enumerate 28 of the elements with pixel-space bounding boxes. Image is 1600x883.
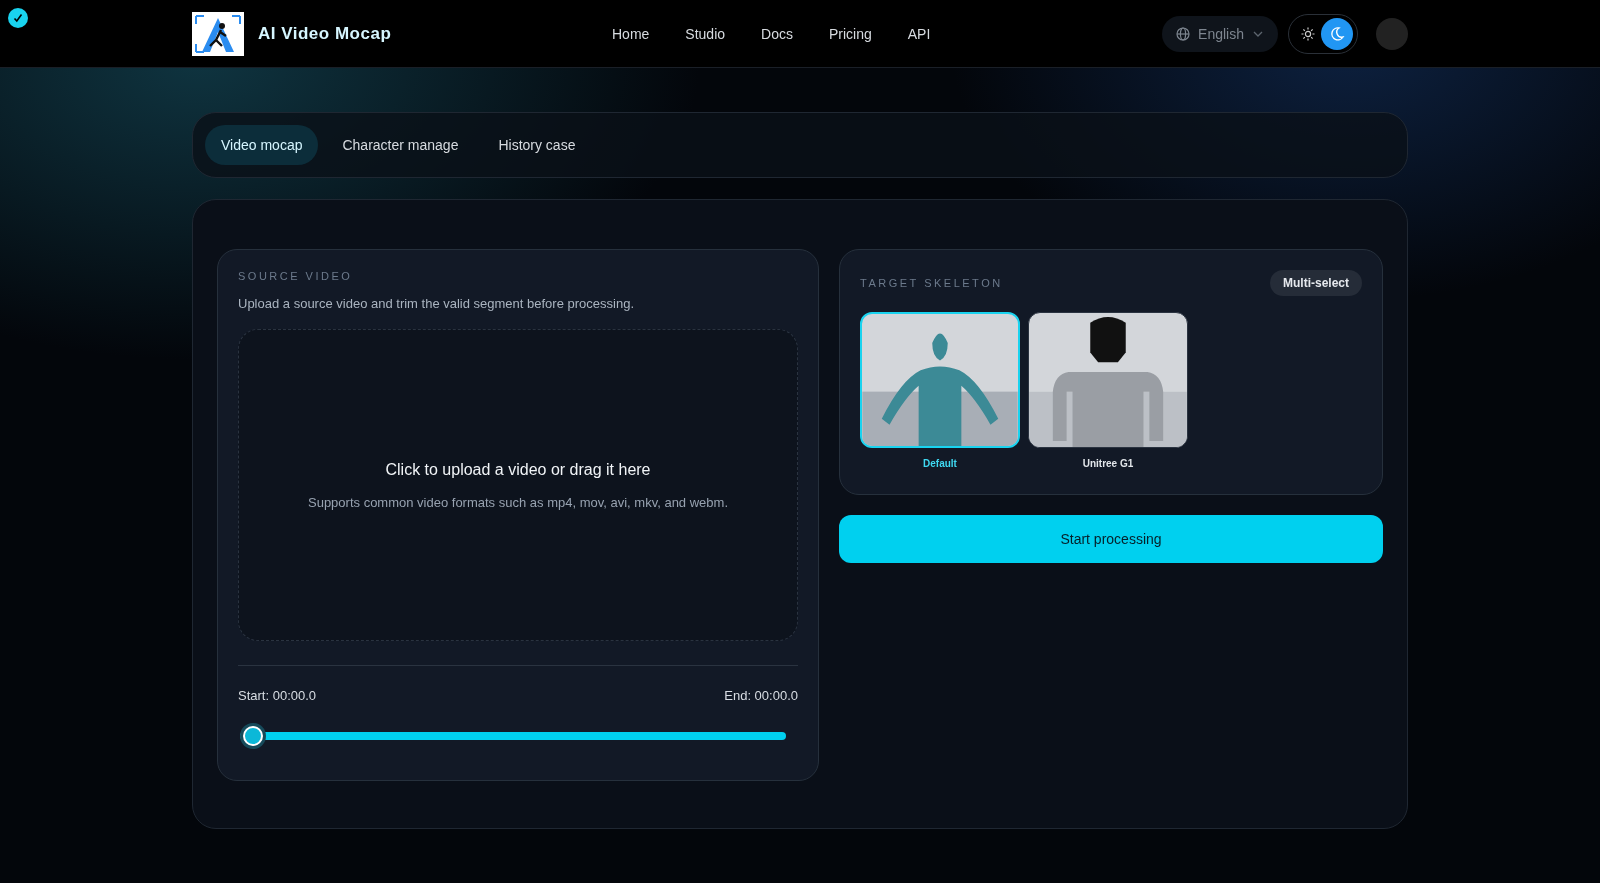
nav-link[interactable]: Home xyxy=(612,25,650,42)
start-handle[interactable] xyxy=(243,726,263,746)
nav-link[interactable]: Studio xyxy=(685,25,726,42)
trim-slider[interactable] xyxy=(240,723,786,749)
language-selector[interactable]: English xyxy=(1162,15,1278,52)
section-label: SOURCE VIDEO xyxy=(238,270,354,282)
globe-icon xyxy=(1176,26,1191,41)
nav-link[interactable]: API xyxy=(907,25,931,42)
section-label: TARGET SKELETON xyxy=(860,277,1003,289)
nav-link[interactable]: Docs xyxy=(761,25,793,42)
skeleton-option[interactable]: Default xyxy=(860,312,1020,469)
upload-hint: Supports common video formats such as mp4, mov, avi, mkv, and webm. xyxy=(308,494,728,510)
start-time: Start: 00:00.0 xyxy=(238,688,317,703)
start-processing-button[interactable]: Start processing xyxy=(839,515,1383,563)
upload-title: Click to upload a video or drag it here xyxy=(385,460,651,479)
nav-link[interactable]: Pricing xyxy=(828,25,872,42)
tab[interactable]: History case xyxy=(482,125,592,165)
brand-name: AI Video Mocap xyxy=(258,23,392,44)
section-description: Upload a source video and trim the valid segment before processing. xyxy=(238,296,635,311)
upload-dropzone[interactable]: Click to upload a video or drag it here Supports common video formats such as mp4, mov, avi, mkv, and webm. xyxy=(238,329,798,641)
multi-select-badge: Multi-select xyxy=(1270,270,1362,296)
end-time: End: 00:00.0 xyxy=(724,688,798,703)
sun-icon xyxy=(1301,26,1315,41)
tab[interactable]: Character manage xyxy=(326,125,475,165)
chevron-down-icon xyxy=(1252,29,1264,38)
skeleton-option[interactable]: Unitree G1 xyxy=(1028,312,1188,469)
tab[interactable]: Video mocap xyxy=(205,125,319,165)
moon-icon xyxy=(1321,17,1353,50)
